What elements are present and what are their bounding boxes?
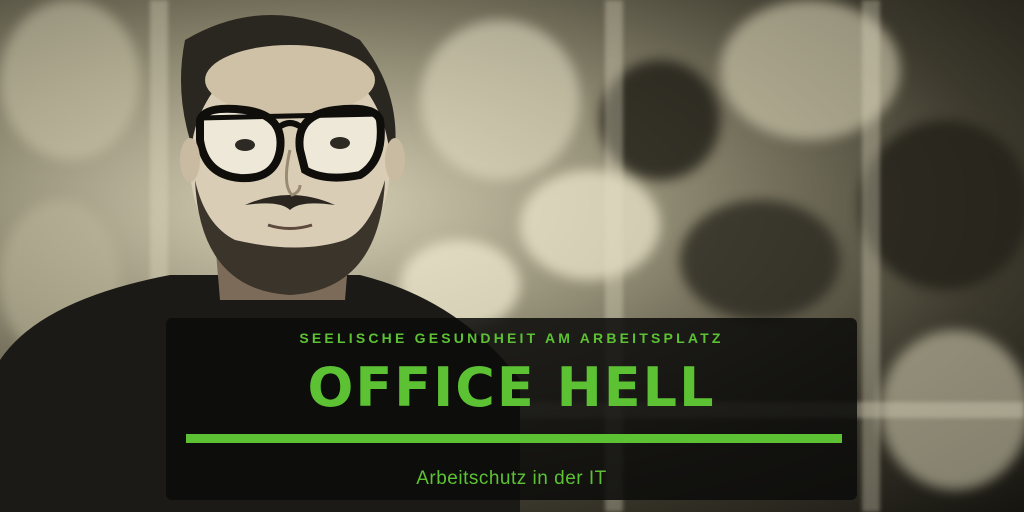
tagline: Arbeitschutz in der IT (416, 468, 607, 489)
divider (186, 434, 842, 443)
page-title: OFFICE HELL (307, 356, 716, 419)
banner: SEELISCHE GESUNDHEIT AM ARBEITSPLATZ OFF… (0, 0, 1024, 512)
subtitle: SEELISCHE GESUNDHEIT AM ARBEITSPLATZ (299, 330, 724, 346)
text-overlay-panel: SEELISCHE GESUNDHEIT AM ARBEITSPLATZ OFF… (166, 318, 857, 500)
